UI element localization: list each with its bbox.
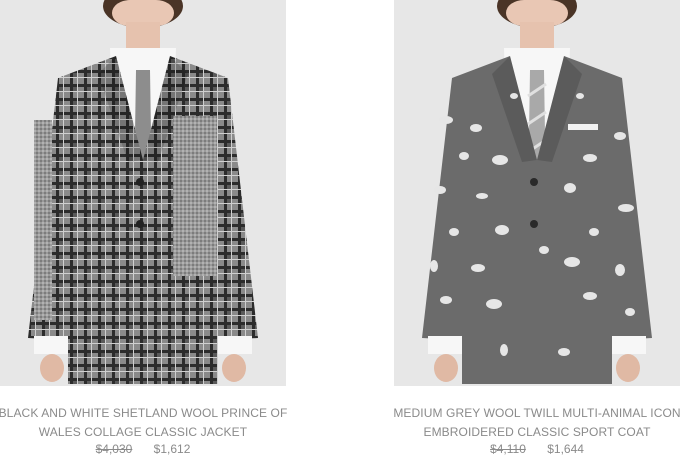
jacket-animal-icons-image <box>422 0 652 384</box>
product-image[interactable] <box>394 0 680 386</box>
price-row: $4,110 $1,644 <box>394 442 680 456</box>
product-card[interactable]: MEDIUM GREY WOOL TWILL MULTI-ANIMAL ICON… <box>393 0 681 460</box>
sale-price: $1,612 <box>153 442 191 456</box>
product-title[interactable]: MEDIUM GREY WOOL TWILL MULTI-ANIMAL ICON… <box>378 404 696 442</box>
product-title[interactable]: BLACK AND WHITE SHETLAND WOOL PRINCE OF … <box>0 404 302 442</box>
product-image[interactable] <box>0 0 286 386</box>
original-price: $4,030 <box>95 442 133 456</box>
original-price: $4,110 <box>490 442 526 456</box>
jacket-plaid-image <box>28 0 258 384</box>
product-card[interactable]: BLACK AND WHITE SHETLAND WOOL PRINCE OF … <box>0 0 287 460</box>
price-row: $4,030 $1,612 <box>0 442 286 456</box>
sale-price: $1,644 <box>547 442 584 456</box>
